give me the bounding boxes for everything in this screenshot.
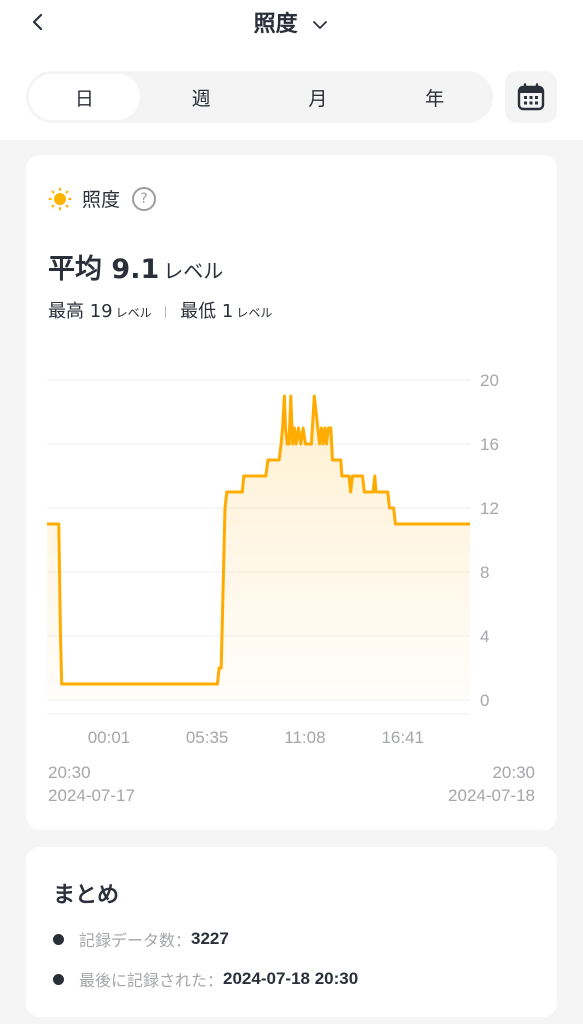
summary-card: まとめ 記録データ数： 3227 最後に記録された： 2024-07-18 20… [26,847,557,1017]
illuminance-chart[interactable]: 0 4 8 12 16 20 00:01 05:35 11:08 16:41 [26,155,557,830]
illuminance-card: 照度 ? 平均 9.1 レベル 最高 19 レベル 最低 1 レベル 0 4 8 12 16 2… [26,155,557,830]
summary-label: 記録データ数： [79,931,192,950]
y-tick-label: 20 [480,371,499,390]
y-tick-label: 16 [480,435,499,454]
top-bar: 照度 日 週 月 年 [0,0,583,140]
bullet-icon [53,933,64,945]
summary-item-last-recorded: 最後に記録された： 2024-07-18 20:30 [53,967,358,991]
y-tick-label: 12 [480,499,499,518]
summary-title: まとめ [53,883,120,908]
range-end: 20:30 2024-07-18 [448,761,535,807]
calendar-icon [517,83,545,111]
tab-week[interactable]: 週 [146,74,257,120]
summary-value: 3227 [191,929,229,948]
calendar-button[interactable] [505,71,557,123]
x-tick-label: 16:41 [381,728,424,747]
summary-item-record-count: 記録データ数： 3227 [53,927,229,951]
tab-day[interactable]: 日 [29,74,140,120]
range-start: 20:30 2024-07-17 [48,761,135,807]
summary-value: 2024-07-18 20:30 [223,969,359,988]
y-tick-label: 0 [480,691,489,710]
summary-label: 最後に記録された： [79,971,224,990]
x-axis: 00:01 05:35 11:08 16:41 [88,728,424,747]
x-tick-label: 00:01 [88,728,131,747]
tab-year[interactable]: 年 [379,74,490,120]
page-title: 照度 [253,12,298,37]
y-axis: 0 4 8 12 16 20 [480,371,499,710]
bullet-icon [53,973,64,985]
y-tick-label: 4 [480,627,489,646]
chevron-down-icon [313,21,328,29]
x-tick-label: 05:35 [186,728,229,747]
range-start-date: 2024-07-17 [48,786,135,805]
tab-month[interactable]: 月 [263,74,374,120]
range-start-time: 20:30 [48,763,91,782]
range-end-date: 2024-07-18 [448,786,535,805]
y-tick-label: 8 [480,563,489,582]
x-tick-label: 11:08 [284,728,325,747]
page-title-dropdown[interactable]: 照度 [0,6,583,38]
range-end-time: 20:30 [492,763,535,782]
period-segmented-control: 日 週 月 年 [26,71,493,123]
series-area [47,396,470,700]
